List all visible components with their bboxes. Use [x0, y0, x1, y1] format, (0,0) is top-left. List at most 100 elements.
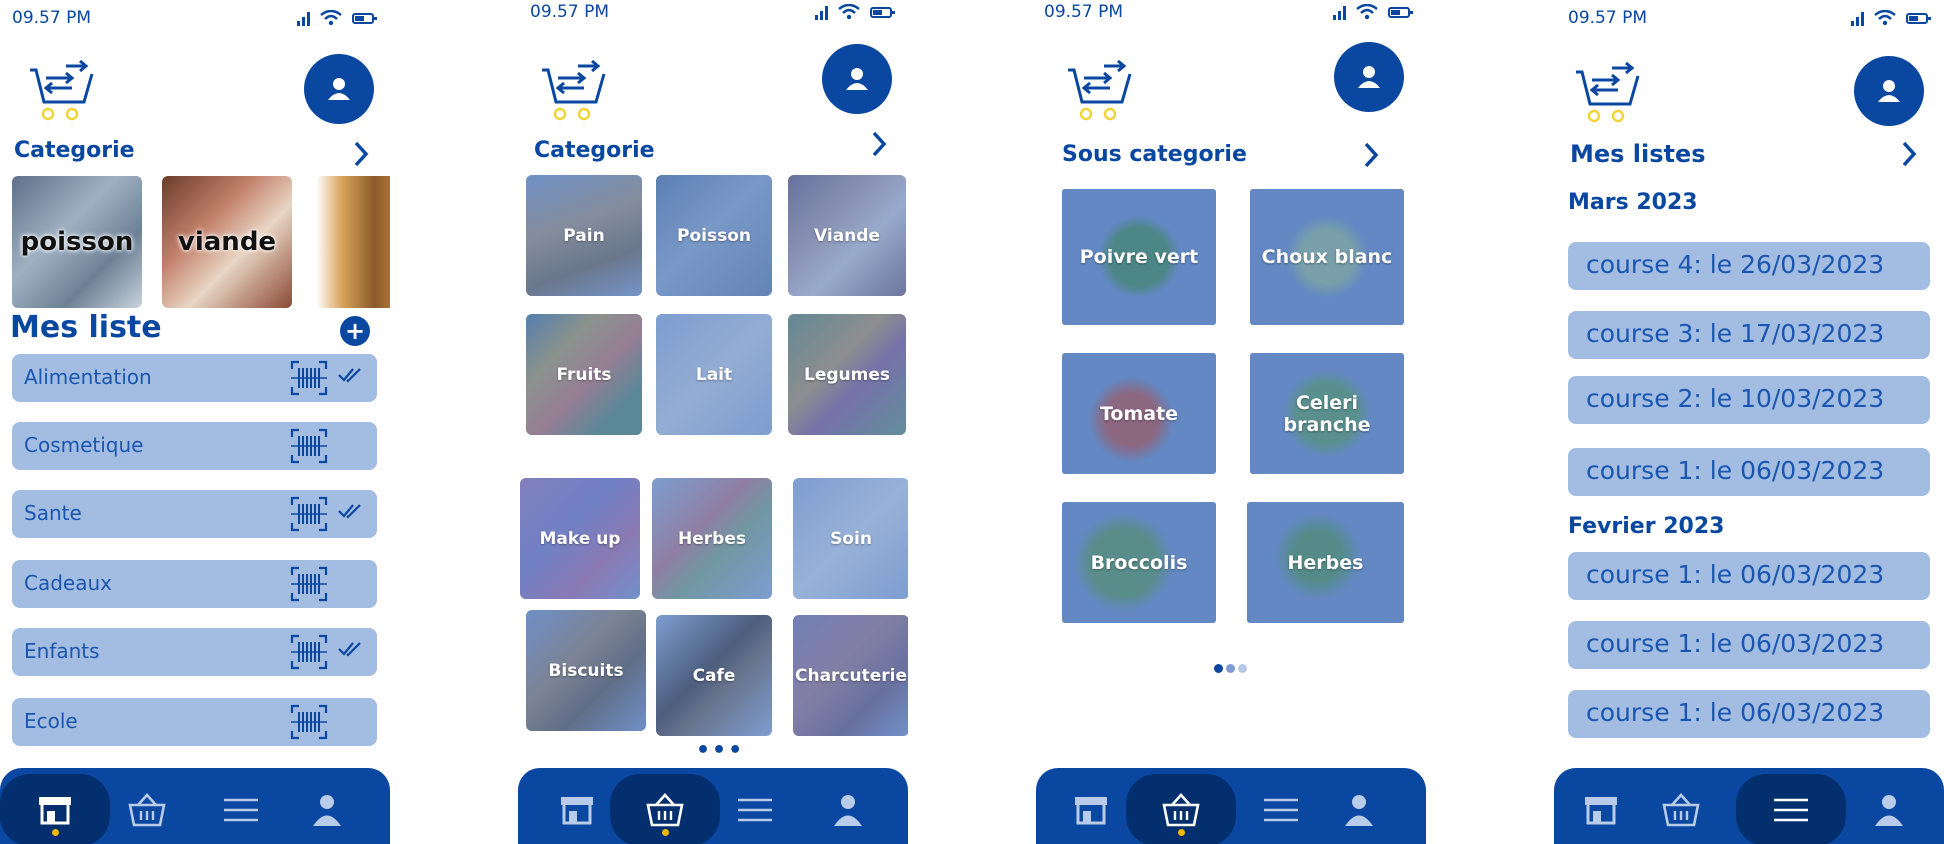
- month-heading: Mars 2023: [1568, 190, 1698, 215]
- category-tile[interactable]: Poisson: [656, 175, 772, 296]
- course-item[interactable]: course 3: le 17/03/2023: [1568, 311, 1930, 359]
- course-item[interactable]: course 1: le 06/03/2023: [1568, 690, 1930, 738]
- nav-profile[interactable]: [1304, 774, 1414, 844]
- barcode-scan-icon[interactable]: [290, 496, 328, 532]
- course-item[interactable]: course 1: le 06/03/2023: [1568, 552, 1930, 600]
- status-time: 09.57 PM: [1044, 2, 1123, 22]
- course-item[interactable]: course 1: le 06/03/2023: [1568, 621, 1930, 669]
- page-dot[interactable]: [1214, 664, 1223, 673]
- category-tile-label: Viande: [814, 225, 880, 246]
- category-tile[interactable]: Legumes: [788, 314, 906, 435]
- category-tile[interactable]: Cafe: [656, 615, 772, 736]
- user-icon: [1878, 80, 1900, 102]
- nav-profile[interactable]: [272, 774, 382, 844]
- add-list-button[interactable]: +: [340, 316, 370, 346]
- active-indicator: [1178, 829, 1185, 836]
- list-row[interactable]: Cadeaux: [12, 560, 377, 608]
- nav-menu[interactable]: [1736, 774, 1846, 844]
- barcode-scan-icon[interactable]: [290, 634, 328, 670]
- user-icon: [328, 78, 350, 100]
- category-card-viande[interactable]: viande: [162, 176, 292, 308]
- signal-icon: [297, 12, 310, 26]
- profile-button[interactable]: [1854, 56, 1924, 126]
- user-icon: [1358, 66, 1380, 88]
- page-dot[interactable]: [1238, 664, 1247, 673]
- barcode-scan-icon[interactable]: [290, 428, 328, 464]
- battery-icon: [870, 7, 895, 18]
- store-icon: [1585, 797, 1617, 825]
- barcode-scan-icon[interactable]: [290, 360, 328, 396]
- more-indicator[interactable]: •••: [696, 738, 744, 763]
- category-tile-label: Pain: [563, 225, 605, 246]
- course-item[interactable]: course 4: le 26/03/2023: [1568, 242, 1930, 290]
- category-tile[interactable]: Pain: [526, 175, 642, 296]
- list-label: Cadeaux: [24, 571, 112, 595]
- page-indicator[interactable]: [1214, 664, 1247, 673]
- category-carousel[interactable]: poisson viande: [12, 176, 390, 310]
- status-time: 09.57 PM: [1568, 8, 1647, 28]
- category-tile-label: Soin: [830, 528, 872, 549]
- category-tile[interactable]: Viande: [788, 175, 906, 296]
- category-tile[interactable]: Fruits: [526, 314, 642, 435]
- category-tile-label: Herbes: [678, 528, 746, 549]
- status-bar: 09.57 PM: [0, 6, 390, 30]
- category-tile[interactable]: Biscuits: [526, 610, 646, 731]
- subcategory-tile[interactable]: Tomate: [1062, 353, 1216, 474]
- category-tile[interactable]: Charcuterie: [793, 615, 908, 736]
- signal-icon: [1851, 12, 1864, 26]
- list-label: Cosmetique: [24, 433, 144, 457]
- category-tile[interactable]: Herbes: [652, 478, 772, 599]
- subcategory-tile-label: Poivre vert: [1079, 246, 1199, 268]
- profile-button[interactable]: [822, 44, 892, 114]
- category-tile[interactable]: Lait: [656, 314, 772, 435]
- category-tile[interactable]: Soin: [793, 478, 908, 599]
- app-logo-cart-icon: [542, 60, 606, 121]
- user-icon: [846, 68, 868, 90]
- barcode-scan-icon[interactable]: [290, 704, 328, 740]
- chevron-right-icon[interactable]: [1900, 140, 1918, 168]
- list-row[interactable]: Ecole: [12, 698, 377, 746]
- subcategory-tile[interactable]: Celeri branche: [1250, 353, 1404, 474]
- month-heading: Fevrier 2023: [1568, 514, 1725, 539]
- status-time: 09.57 PM: [12, 8, 91, 28]
- subcategory-tile[interactable]: Herbes: [1247, 502, 1404, 623]
- list-row[interactable]: Sante: [12, 490, 377, 538]
- barcode-scan-icon[interactable]: [290, 566, 328, 602]
- chevron-right-icon[interactable]: [1362, 141, 1380, 169]
- status-time: 09.57 PM: [530, 2, 609, 22]
- course-label: course 1: le 06/03/2023: [1586, 456, 1885, 485]
- store-icon: [39, 797, 71, 825]
- subcategory-tile-label: Herbes: [1287, 551, 1364, 574]
- category-label: poisson: [20, 227, 134, 257]
- nav-basket[interactable]: [1626, 774, 1736, 844]
- list-row[interactable]: Alimentation: [12, 354, 377, 402]
- chevron-right-icon[interactable]: [352, 140, 370, 168]
- profile-button[interactable]: [304, 54, 374, 124]
- list-row[interactable]: Cosmetique: [12, 422, 377, 470]
- mes-listes-title: Mes listes: [1570, 140, 1706, 168]
- nav-profile[interactable]: [793, 774, 903, 844]
- subcategory-tile[interactable]: Poivre vert: [1062, 189, 1216, 325]
- list-row[interactable]: Enfants: [12, 628, 377, 676]
- signal-icon: [1333, 6, 1346, 20]
- category-card-pain[interactable]: [316, 176, 390, 308]
- subcategory-tile-label: Celeri branche: [1283, 391, 1371, 436]
- menu-icon: [1264, 798, 1298, 822]
- subcategory-tile[interactable]: Broccolis: [1062, 502, 1216, 623]
- page-dot[interactable]: [1226, 664, 1235, 673]
- wifi-icon: [1874, 10, 1896, 26]
- list-label: Alimentation: [24, 365, 152, 389]
- course-item[interactable]: course 1: le 06/03/2023: [1568, 448, 1930, 496]
- category-tile-label: Legumes: [804, 364, 890, 385]
- double-check-icon: [338, 642, 361, 657]
- course-item[interactable]: course 2: le 10/03/2023: [1568, 376, 1930, 424]
- nav-profile[interactable]: [1834, 774, 1944, 844]
- category-card-poisson[interactable]: poisson: [12, 176, 142, 308]
- category-tile[interactable]: Make up: [520, 478, 640, 599]
- nav-basket[interactable]: [1126, 774, 1236, 844]
- subcategory-tile[interactable]: Choux blanc: [1250, 189, 1404, 325]
- chevron-right-icon[interactable]: [870, 130, 888, 158]
- category-tile-label: Fruits: [556, 364, 612, 385]
- signal-icon: [815, 6, 828, 20]
- profile-button[interactable]: [1334, 42, 1404, 112]
